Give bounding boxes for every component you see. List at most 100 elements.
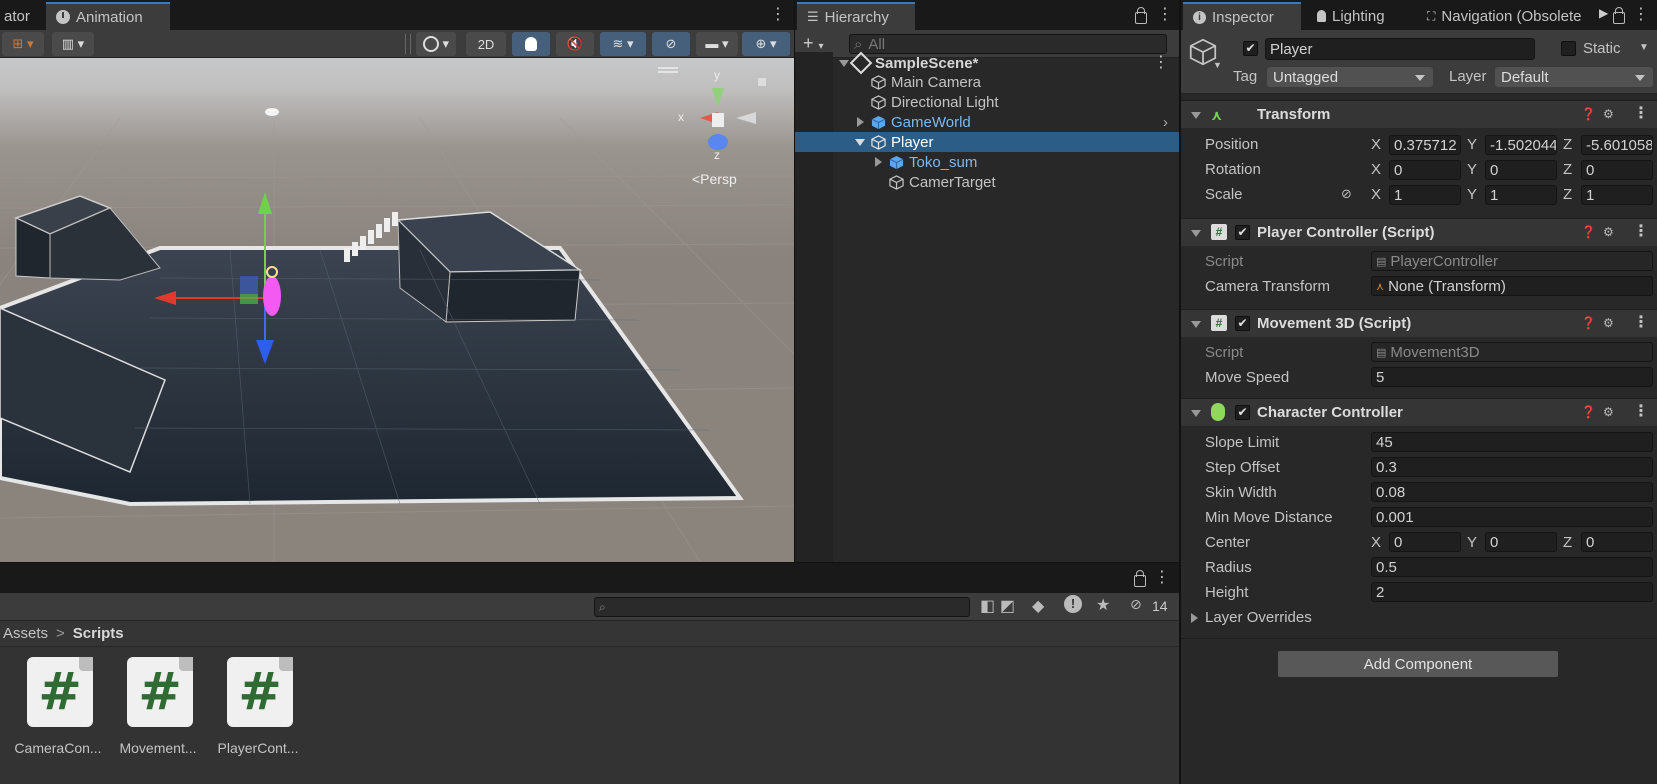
scene-viewport[interactable]: y x z <Persp xyxy=(0,58,794,562)
step-offset-field[interactable]: 0.3 xyxy=(1371,457,1653,477)
project-search-input[interactable]: ⌕ xyxy=(594,597,970,617)
component-menu-icon[interactable]: ⋮ xyxy=(1633,314,1649,332)
presets-icon[interactable]: ⚙ xyxy=(1603,405,1614,419)
help-icon[interactable]: ❓ xyxy=(1581,405,1596,419)
panel-splitter[interactable] xyxy=(0,562,1179,563)
tab-inspector[interactable]: i Inspector xyxy=(1183,2,1301,30)
help-icon[interactable]: ❓ xyxy=(1581,107,1596,121)
component-menu-icon[interactable]: ⋮ xyxy=(1633,223,1649,241)
object-name-input[interactable]: Player xyxy=(1265,38,1535,60)
camera-transform-field[interactable]: ⋏ None (Transform) xyxy=(1371,276,1653,296)
hierarchy-item-player[interactable]: Player xyxy=(795,132,1179,152)
movement3d-header[interactable]: # ✔ Movement 3D (Script) ❓ ⚙ ⋮ xyxy=(1181,309,1657,337)
tab-animator[interactable]: ator xyxy=(0,2,40,30)
static-dropdown-icon[interactable]: ▼ xyxy=(1639,42,1649,53)
tab-animation[interactable]: Animation xyxy=(46,2,170,30)
scene-visibility-toggle[interactable]: ⊘ xyxy=(652,32,690,56)
presets-icon[interactable]: ⚙ xyxy=(1603,107,1614,121)
breadcrumb-scripts[interactable]: Scripts xyxy=(73,625,124,642)
gizmos-toggle[interactable]: ⊕ ▾ xyxy=(742,32,790,56)
audio-toggle[interactable]: 🔇 xyxy=(556,32,594,56)
shading-mode-button[interactable]: ▾ xyxy=(416,32,456,56)
rotation-y-field[interactable]: 0 xyxy=(1485,160,1557,180)
presets-icon[interactable]: ⚙ xyxy=(1603,316,1614,330)
layer-dropdown[interactable]: Default xyxy=(1495,67,1653,87)
project-menu-icon[interactable]: ⋮ xyxy=(1154,569,1170,587)
presets-icon[interactable]: ⚙ xyxy=(1603,225,1614,239)
help-icon[interactable]: ❓ xyxy=(1581,225,1596,239)
center-x-field[interactable]: 0 xyxy=(1389,532,1461,552)
component-menu-icon[interactable]: ⋮ xyxy=(1633,403,1649,421)
transform-header[interactable]: ⋏ Transform ❓ ⚙ ⋮ xyxy=(1181,100,1657,128)
skin-width-field[interactable]: 0.08 xyxy=(1371,482,1653,502)
constrain-proportions-icon[interactable]: ⊘ xyxy=(1341,186,1352,202)
asset-item-playercontroller[interactable]: # PlayerCont... xyxy=(208,648,308,768)
height-field[interactable]: 2 xyxy=(1371,582,1653,602)
chevron-right-icon[interactable]: › xyxy=(1163,114,1168,131)
grid-snap-button[interactable]: ⊞ ▾ xyxy=(2,32,44,56)
filter-type-icon[interactable]: ◩ xyxy=(1000,596,1015,616)
expand-icon[interactable] xyxy=(875,157,882,167)
enabled-checkbox[interactable]: ✔ xyxy=(1235,405,1250,420)
tag-dropdown[interactable]: Untagged xyxy=(1267,67,1433,87)
expand-icon[interactable] xyxy=(857,117,864,127)
inspector-menu-icon[interactable]: ⋮ xyxy=(1633,6,1649,24)
lighting-toggle[interactable] xyxy=(512,32,550,56)
position-z-field[interactable]: -5.601058 xyxy=(1581,135,1653,155)
tab-lighting[interactable]: Lighting xyxy=(1307,2,1395,30)
asset-item-cameracontroller[interactable]: # CameraCon... xyxy=(8,648,108,768)
hierarchy-item-gameworld[interactable]: GameWorld › xyxy=(795,112,1179,132)
slope-limit-field[interactable]: 45 xyxy=(1371,432,1653,452)
icon-dropdown-icon[interactable]: ▼ xyxy=(1213,60,1222,70)
2d-toggle[interactable]: 2D xyxy=(466,32,506,56)
hierarchy-item-camertarget[interactable]: CamerTarget xyxy=(795,172,1179,192)
warning-icon[interactable]: ! xyxy=(1064,595,1082,613)
search-by-type-icon[interactable]: ◧ xyxy=(980,596,995,616)
hierarchy-item-toko-sum[interactable]: Toko_sum xyxy=(795,152,1179,172)
active-checkbox[interactable]: ✔ xyxy=(1243,41,1258,56)
enabled-checkbox[interactable]: ✔ xyxy=(1235,225,1250,240)
collapse-icon[interactable] xyxy=(1191,230,1201,237)
lock-icon[interactable] xyxy=(1135,7,1147,24)
position-y-field[interactable]: -1.502044 xyxy=(1485,135,1557,155)
scene-foldout[interactable] xyxy=(839,60,849,67)
collapse-icon[interactable] xyxy=(1191,321,1201,328)
tab-hierarchy[interactable]: ☰ Hierarchy xyxy=(797,2,915,30)
hierarchy-item-directional-light[interactable]: Directional Light xyxy=(795,92,1179,112)
add-component-button[interactable]: Add Component xyxy=(1277,650,1559,678)
rotation-x-field[interactable]: 0 xyxy=(1389,160,1461,180)
center-y-field[interactable]: 0 xyxy=(1485,532,1557,552)
scale-y-field[interactable]: 1 xyxy=(1485,185,1557,205)
collapse-icon[interactable] xyxy=(1191,410,1201,417)
min-move-distance-field[interactable]: 0.001 xyxy=(1371,507,1653,527)
scene-row-menu-icon[interactable]: ⋮ xyxy=(1153,54,1169,72)
effects-toggle[interactable]: ≋ ▾ xyxy=(600,32,646,56)
help-icon[interactable]: ❓ xyxy=(1581,316,1596,330)
panel-splitter[interactable] xyxy=(794,0,795,562)
lock-icon[interactable] xyxy=(1134,570,1146,587)
panel-splitter[interactable] xyxy=(1179,0,1181,784)
hierarchy-menu-icon[interactable]: ⋮ xyxy=(1157,6,1173,24)
component-menu-icon[interactable]: ⋮ xyxy=(1633,105,1649,123)
hierarchy-search-input[interactable]: ⌕ All xyxy=(849,34,1167,54)
enabled-checkbox[interactable]: ✔ xyxy=(1235,316,1250,331)
collapse-icon[interactable] xyxy=(1191,112,1201,119)
asset-item-movement3d[interactable]: # Movement... xyxy=(108,648,208,768)
grid-visibility-button[interactable]: ▥ ▾ xyxy=(52,32,94,56)
radius-field[interactable]: 0.5 xyxy=(1371,557,1653,577)
rotation-z-field[interactable]: 0 xyxy=(1581,160,1653,180)
player-controller-header[interactable]: # ✔ Player Controller (Script) ❓ ⚙ ⋮ xyxy=(1181,218,1657,246)
static-checkbox[interactable] xyxy=(1561,41,1576,56)
projection-toggle[interactable]: <Persp xyxy=(692,171,737,187)
tab-navigation[interactable]: ⛶ Navigation (Obsolete xyxy=(1417,2,1583,30)
layer-overrides-foldout[interactable]: Layer Overrides xyxy=(1189,608,1489,628)
tab-overflow-icon[interactable]: ▶ xyxy=(1599,6,1608,20)
breadcrumb-assets[interactable]: Assets xyxy=(3,625,48,642)
hidden-packages-icon[interactable]: ⊘ xyxy=(1130,596,1142,613)
favorite-star-icon[interactable]: ★ xyxy=(1096,595,1110,615)
label-tag-icon[interactable]: ◆ xyxy=(1032,596,1044,616)
center-z-field[interactable]: 0 xyxy=(1581,532,1653,552)
collapse-icon[interactable] xyxy=(855,139,865,146)
scene-root-row[interactable]: SampleScene* ⋮ xyxy=(795,51,1179,75)
scale-z-field[interactable]: 1 xyxy=(1581,185,1653,205)
